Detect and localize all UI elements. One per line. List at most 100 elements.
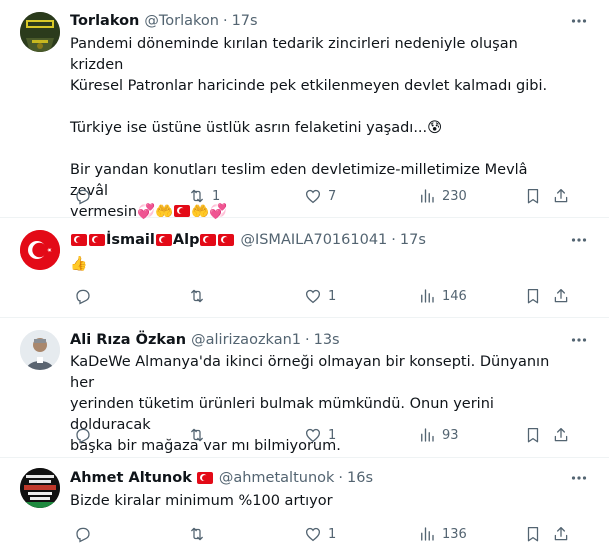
like-button[interactable]: 1 <box>304 524 336 544</box>
more-icon[interactable] <box>569 468 589 488</box>
reply-button[interactable] <box>74 186 98 206</box>
more-icon[interactable] <box>569 330 589 350</box>
reply-button[interactable] <box>74 524 98 544</box>
heart-icon <box>305 289 321 304</box>
retweet-button[interactable] <box>188 286 212 306</box>
avatar[interactable] <box>20 230 60 270</box>
avatar-image <box>20 468 60 508</box>
view-count: 146 <box>442 288 467 304</box>
reply-button[interactable] <box>74 425 98 445</box>
like-count: 1 <box>328 526 337 542</box>
bookmark-button[interactable] <box>524 524 542 544</box>
display-name[interactable]: İsmail <box>106 232 155 248</box>
heart-icon <box>305 189 321 204</box>
view-count: 93 <box>442 427 459 443</box>
text-line: Küresel Patronlar haricinde pek etkilenm… <box>70 78 548 94</box>
user-handle[interactable]: @ISMAILA70161041 <box>240 232 387 248</box>
turkey-flag-icon <box>155 234 172 246</box>
share-button[interactable] <box>552 186 570 206</box>
retweet-button[interactable] <box>188 524 212 544</box>
timestamp[interactable]: 16s <box>347 470 373 486</box>
timestamp[interactable]: 17s <box>400 232 426 248</box>
avatar[interactable] <box>20 12 60 52</box>
share-button[interactable] <box>552 286 570 306</box>
tweet-header: Ahmet Altunok @ahmetaltunok · 16s <box>70 468 373 488</box>
tweet[interactable]: İsmail Alp @ISMAILA70161041 · 17s 👍 1 14… <box>0 218 609 318</box>
turkey-flag-avatar <box>20 230 60 270</box>
display-name[interactable]: Ali Rıza Özkan <box>70 332 186 348</box>
bookmark-icon <box>527 526 539 542</box>
views-icon <box>421 289 434 303</box>
turkey-flag-icon <box>218 234 235 246</box>
avatar[interactable] <box>20 330 60 370</box>
share-icon <box>554 526 568 541</box>
turkey-flag-icon <box>71 234 87 246</box>
action-bar: 1 146 <box>70 286 568 306</box>
bookmark-button[interactable] <box>524 186 542 206</box>
views-button[interactable]: 93 <box>418 425 459 445</box>
tweet-header: Ali Rıza Özkan @alirizaozkan1 · 13s <box>70 330 340 350</box>
turkey-flag-icon <box>196 472 213 484</box>
bookmark-button[interactable] <box>524 425 542 445</box>
reply-button[interactable] <box>74 286 98 306</box>
timestamp[interactable]: 17s <box>232 13 258 29</box>
action-bar: 1 136 <box>70 524 568 544</box>
turkey-flag-icon <box>89 234 105 246</box>
reply-icon <box>76 527 90 543</box>
bookmark-icon <box>527 188 539 204</box>
like-button[interactable]: 7 <box>304 186 336 206</box>
tweet[interactable]: Ahmet Altunok @ahmetaltunok · 16s Bizde … <box>0 458 609 556</box>
like-count: 7 <box>328 188 337 204</box>
bookmark-button[interactable] <box>524 286 542 306</box>
share-icon <box>554 427 568 442</box>
share-button[interactable] <box>552 524 570 544</box>
avatar-image <box>20 330 60 370</box>
retweet-icon <box>191 428 203 442</box>
views-button[interactable]: 230 <box>418 186 467 206</box>
action-bar: 1 93 <box>70 425 568 445</box>
user-handle[interactable]: @ahmetaltunok <box>219 470 335 486</box>
views-button[interactable]: 146 <box>418 286 467 306</box>
view-count: 230 <box>442 188 467 204</box>
like-button[interactable]: 1 <box>304 425 336 445</box>
tweet[interactable]: Ali Rıza Özkan @alirizaozkan1 · 13s KaDe… <box>0 318 609 458</box>
views-button[interactable]: 136 <box>418 524 467 544</box>
tweet-text: 👍 <box>70 256 88 272</box>
like-button[interactable]: 1 <box>304 286 336 306</box>
turkey-flag-icon <box>174 205 191 217</box>
text-line: Türkiye ise üstüne üstlük asrın felaketi… <box>70 120 443 136</box>
share-button[interactable] <box>552 425 570 445</box>
retweet-button[interactable] <box>188 425 212 445</box>
turkey-flag-icon <box>200 234 217 246</box>
user-handle[interactable]: @alirizaozkan1 <box>191 332 301 348</box>
display-name[interactable]: Alp <box>173 232 200 248</box>
retweet-icon <box>191 189 203 203</box>
like-count: 1 <box>328 288 337 304</box>
separator-dot: · <box>305 332 310 348</box>
retweet-button[interactable]: 1 <box>188 186 220 206</box>
display-name[interactable]: Torlakon <box>70 13 139 29</box>
tweet[interactable]: Torlakon @Torlakon · 17s Pandemi dönemin… <box>0 0 609 220</box>
avatar-image <box>20 12 60 52</box>
more-icon[interactable] <box>569 11 589 31</box>
separator-dot: · <box>338 470 344 486</box>
user-handle[interactable]: @Torlakon <box>144 13 219 29</box>
reply-icon <box>76 189 90 205</box>
tweet-header: Torlakon @Torlakon · 17s <box>70 11 258 31</box>
retweet-count: 1 <box>212 188 221 204</box>
share-icon <box>554 288 568 303</box>
timestamp[interactable]: 13s <box>314 332 340 348</box>
share-icon <box>554 188 568 203</box>
tweet-text: Bizde kiralar minimum %100 artıyor <box>70 493 333 509</box>
heart-icon <box>305 527 321 542</box>
views-icon <box>421 527 434 541</box>
action-bar: 1 7 230 <box>70 186 568 206</box>
display-name[interactable]: Ahmet Altunok <box>70 470 192 486</box>
bookmark-icon <box>527 288 539 304</box>
tweet-header: İsmail Alp @ISMAILA70161041 · 17s <box>70 230 426 250</box>
separator-dot: · <box>391 232 396 248</box>
more-icon[interactable] <box>569 230 589 250</box>
view-count: 136 <box>442 526 467 542</box>
avatar[interactable] <box>20 468 60 508</box>
heart-icon <box>305 428 321 443</box>
